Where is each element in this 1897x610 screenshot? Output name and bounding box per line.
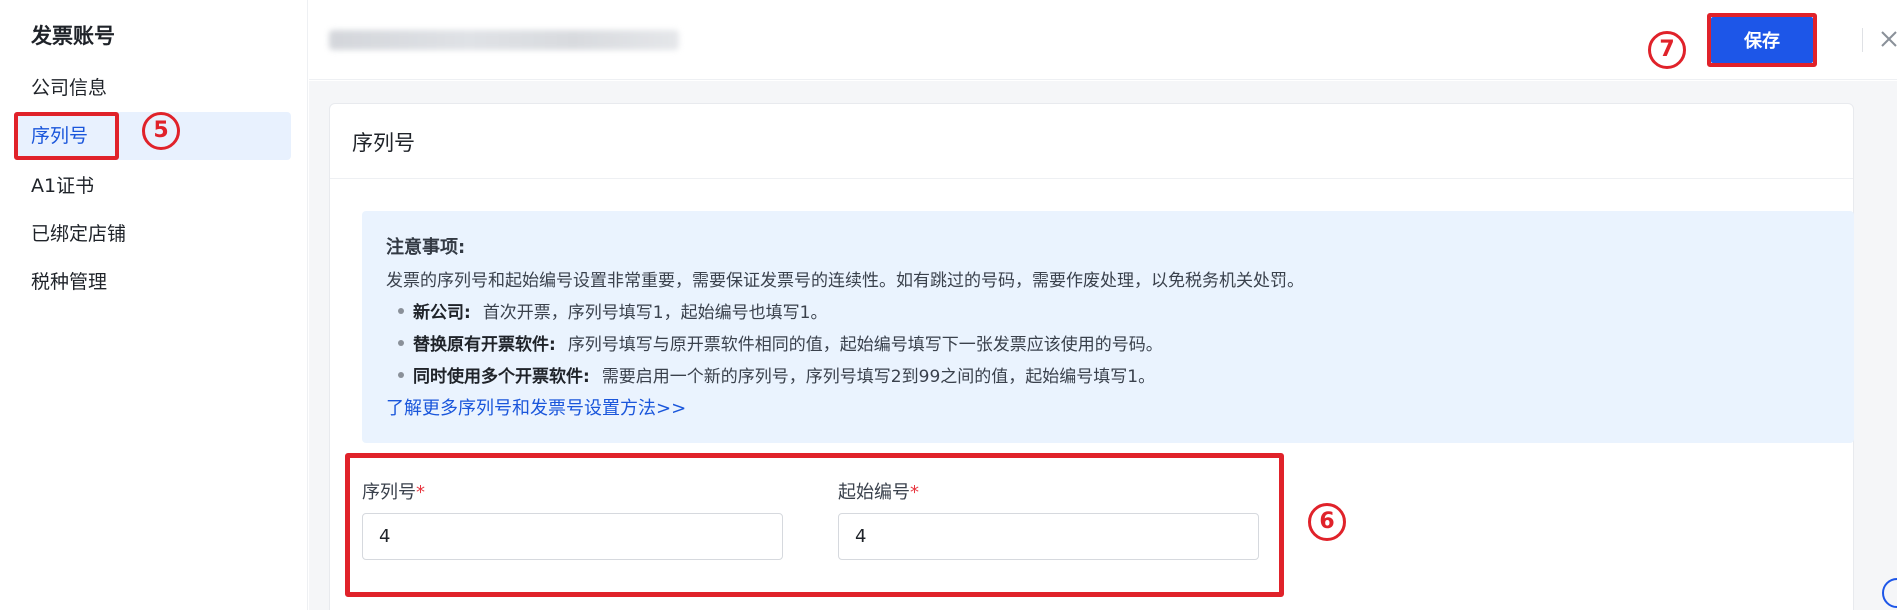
- save-button[interactable]: 保存: [1711, 17, 1813, 63]
- serial-number-label-text: 序列号: [362, 482, 416, 503]
- start-number-input[interactable]: [838, 513, 1259, 560]
- start-number-label-text: 起始编号: [838, 482, 910, 503]
- bullet-dot: [398, 372, 404, 378]
- sidebar-item-a1-certificate[interactable]: A1证书: [14, 162, 291, 210]
- step-marker-nav: 5: [142, 112, 180, 150]
- required-mark: *: [910, 482, 919, 503]
- learn-more-link[interactable]: 了解更多序列号和发票号设置方法>>: [386, 394, 686, 420]
- notice-intro: 发票的序列号和起始编号设置非常重要，需要保证发票号的连续性。如有跳过的号码，需要…: [386, 271, 1304, 291]
- serial-number-input[interactable]: [362, 513, 783, 560]
- card-title: 序列号: [352, 131, 415, 155]
- sidebar: 发票账号 公司信息 序列号 A1证书 已绑定店铺 税种管理: [0, 0, 308, 610]
- step-marker-form: 6: [1308, 503, 1346, 541]
- bullet-dot: [398, 340, 404, 346]
- step-marker-save: 7: [1648, 31, 1686, 69]
- notice-bullet: 同时使用多个开票软件: 需要启用一个新的序列号，序列号填写2到99之间的值，起始编…: [398, 362, 1155, 387]
- bullet-text: 首次开票，序列号填写1，起始编号也填写1。: [482, 303, 828, 323]
- start-number-label: 起始编号*: [838, 478, 919, 504]
- notice-title: 注意事项:: [386, 237, 466, 258]
- company-name-blurred: [329, 30, 679, 50]
- serial-number-label: 序列号*: [362, 478, 425, 504]
- sidebar-title: 发票账号: [31, 24, 115, 48]
- bullet-term: 新公司:: [413, 303, 471, 323]
- bullet-dot: [398, 308, 404, 314]
- bullet-term: 同时使用多个开票软件:: [413, 367, 590, 387]
- close-icon[interactable]: [1874, 24, 1897, 54]
- notice-bullet: 替换原有开票软件: 序列号填写与原开票软件相同的值，起始编号填写下一张发票应该使用…: [398, 330, 1163, 355]
- sidebar-item-company-info[interactable]: 公司信息: [14, 64, 291, 112]
- toolbar-divider: [1862, 28, 1863, 52]
- sidebar-item-bound-stores[interactable]: 已绑定店铺: [14, 210, 291, 258]
- top-bar: 7 保存: [309, 0, 1897, 80]
- required-mark: *: [416, 482, 425, 503]
- notice-bullet: 新公司: 首次开票，序列号填写1，起始编号也填写1。: [398, 298, 827, 323]
- bullet-text: 需要启用一个新的序列号，序列号填写2到99之间的值，起始编号填写1。: [601, 367, 1156, 387]
- card-divider: [330, 178, 1853, 179]
- bullet-text: 序列号填写与原开票软件相同的值，起始编号填写下一张发票应该使用的号码。: [567, 335, 1163, 355]
- sidebar-item-tax-management[interactable]: 税种管理: [14, 258, 291, 306]
- bullet-term: 替换原有开票软件:: [413, 335, 556, 355]
